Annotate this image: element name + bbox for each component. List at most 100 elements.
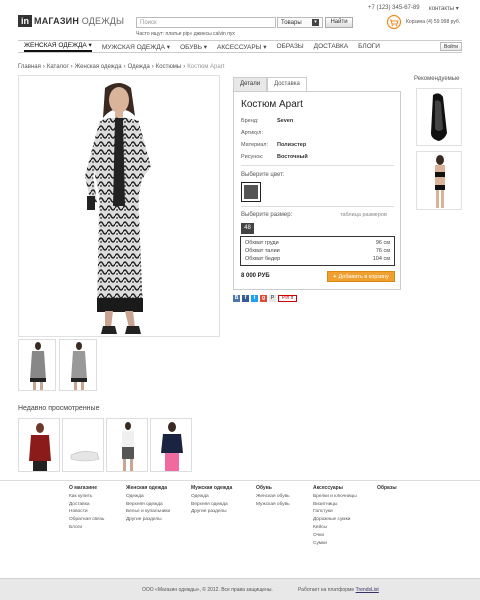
footer-column-looks: Образы [377, 485, 397, 493]
footer-link[interactable]: Блоги [69, 524, 104, 532]
platform-link[interactable]: TrendsList [356, 587, 379, 593]
recent-item[interactable] [62, 418, 104, 472]
nav-men[interactable]: МУЖСКАЯ ОДЕЖДА ▾ [102, 43, 170, 51]
recommended-item[interactable] [416, 151, 462, 210]
nav-accessories[interactable]: АКСЕССУАРЫ ▾ [217, 43, 266, 51]
size-label: Выберите размер: [241, 212, 293, 218]
spec-value: Восточный [277, 154, 308, 160]
category-select[interactable]: Товары ▾ [277, 17, 323, 28]
color-swatch[interactable] [241, 182, 261, 202]
footer-link[interactable]: Галстуки [313, 508, 357, 516]
google-icon[interactable]: g [260, 295, 267, 302]
nav-shoes[interactable]: ОБУВЬ ▾ [180, 43, 207, 51]
vk-icon[interactable]: B [233, 295, 240, 302]
nav-blogs[interactable]: БЛОГИ [358, 43, 380, 50]
footer-link[interactable]: Женская обувь [256, 493, 290, 501]
product-main-image[interactable] [18, 75, 220, 337]
measurement-name: Обхват груди [245, 240, 279, 246]
platform-prefix: Работает на платформе [298, 587, 355, 593]
logo-word: МАГАЗИН [34, 16, 80, 26]
copyright: ООО «Магазин одежды», © 2012. Все права … [142, 587, 273, 593]
breadcrumb-catalog[interactable]: Каталог [47, 64, 69, 70]
product-thumb[interactable] [18, 339, 56, 391]
nav-delivery[interactable]: ДОСТАВКА [314, 43, 348, 50]
logo-mark: in [18, 15, 32, 27]
share-icon[interactable]: P [269, 295, 276, 302]
product-thumb[interactable] [59, 339, 97, 391]
footer-link[interactable]: Одежда [191, 493, 232, 501]
footer-link[interactable]: Обратная связь [69, 516, 104, 524]
footer-link[interactable]: Как купить [69, 493, 104, 501]
breadcrumb-clothes[interactable]: Одежда [128, 64, 150, 70]
measurement-name: Обхват бедер [245, 256, 281, 262]
search-input[interactable]: Поиск [136, 17, 276, 28]
recommended-item[interactable] [416, 88, 462, 146]
recent-item[interactable] [106, 418, 148, 472]
category-value: Товары [281, 19, 302, 26]
social-share: B f t g P Pin it [233, 295, 298, 302]
footer-link[interactable]: Визитницы [313, 501, 357, 509]
divider [241, 206, 394, 207]
product-tabs: Детали Доставка [233, 77, 307, 91]
footer-link[interactable]: Другие разделы [126, 516, 170, 524]
size-option[interactable]: 48 [241, 223, 254, 234]
footer-heading[interactable]: Образы [377, 485, 397, 493]
tab-details[interactable]: Детали [233, 77, 268, 91]
add-to-cart-button[interactable]: + Добавить в корзину [327, 271, 395, 282]
footer-link[interactable]: Верхняя одежда [126, 501, 170, 509]
footer-column-men: Мужская одежда Одежда Верхняя одежда Дру… [191, 485, 232, 516]
nav-looks[interactable]: ОБРАЗЫ [277, 43, 304, 50]
search-button[interactable]: Найти [325, 17, 353, 28]
main-nav: ЖЕНСКАЯ ОДЕЖДА ▾ МУЖСКАЯ ОДЕЖДА ▾ ОБУВЬ … [18, 40, 462, 53]
recent-item[interactable] [18, 418, 60, 472]
contacts-link[interactable]: контакты ▾ [429, 5, 459, 12]
measurement-row: Обхват бедер 104 см [245, 255, 390, 263]
add-to-cart-label: Добавить в корзину [338, 273, 389, 280]
phone-number: +7 (123) 345-67-89 [368, 5, 420, 11]
spec-pattern: Рисунок: Восточный [241, 154, 308, 160]
measurements-box: Обхват груди 96 см Обхват талии 76 см Обхв… [240, 236, 395, 266]
footer-link[interactable]: Мужская обувь [256, 501, 290, 509]
tab-delivery[interactable]: Доставка [267, 77, 307, 91]
cart-summary[interactable]: Корзина (4) 59 998 руб. [406, 19, 460, 25]
footer-column-about: О магазине Как купить Доставка Новости О… [69, 485, 104, 532]
measurement-value: 76 см [375, 248, 390, 254]
spec-label: Артикул: [241, 130, 264, 136]
footer-link[interactable]: Другие разделы [191, 508, 232, 516]
twitter-icon[interactable]: t [251, 295, 258, 302]
chevron-down-icon: ▾ [312, 19, 319, 26]
footer-link[interactable]: Брелки и ключницы [313, 493, 357, 501]
recent-item[interactable] [150, 418, 192, 472]
login-button[interactable]: Войти [440, 42, 462, 51]
measurement-row: Обхват талии 76 см [245, 247, 390, 255]
product-price: 8 000 РУБ [241, 273, 270, 279]
recently-viewed-title: Недавно просмотренные [18, 405, 100, 412]
footer-link[interactable]: Доставка [69, 501, 104, 509]
measurement-name: Обхват талии [245, 248, 280, 254]
footer-link[interactable]: Кейсы [313, 524, 357, 532]
footer-link[interactable]: Сумки [313, 540, 357, 548]
cart-icon[interactable] [386, 15, 402, 29]
footer-link[interactable]: Новости [69, 508, 104, 516]
breadcrumb-women[interactable]: Женская одежда [75, 64, 122, 70]
size-table-link[interactable]: таблица размеров [340, 212, 387, 218]
footer-link[interactable]: Белье и купальники [126, 508, 170, 516]
footer-link[interactable]: Дорожные сумки [313, 516, 357, 524]
plus-icon: + [333, 273, 337, 280]
logo-text: МАГАЗИН ОДЕЖДЫ [34, 16, 124, 26]
platform-credit: Работает на платформе TrendsList [298, 587, 379, 593]
breadcrumb-suits[interactable]: Костюмы [156, 64, 181, 70]
footer-link[interactable]: Очки [313, 532, 357, 540]
footer-column-women: Женская одежда Одежда Верхняя одежда Бел… [126, 485, 170, 524]
pinterest-button[interactable]: Pin it [278, 295, 298, 302]
logo[interactable]: in МАГАЗИН ОДЕЖДЫ [18, 15, 124, 27]
divider [241, 165, 394, 166]
spec-material: Материал: Полиэстер [241, 142, 306, 148]
footer-link[interactable]: Верхняя одежда [191, 501, 232, 509]
breadcrumb-home[interactable]: Главная [18, 64, 41, 70]
nav-women[interactable]: ЖЕНСКАЯ ОДЕЖДА ▾ [24, 41, 92, 52]
footer-link[interactable]: Одежда [126, 493, 170, 501]
logo-word2: ОДЕЖДЫ [81, 16, 125, 26]
often-searched[interactable]: Часто ищут: платье pip» джинсы calvin пу… [136, 31, 235, 37]
facebook-icon[interactable]: f [242, 295, 249, 302]
